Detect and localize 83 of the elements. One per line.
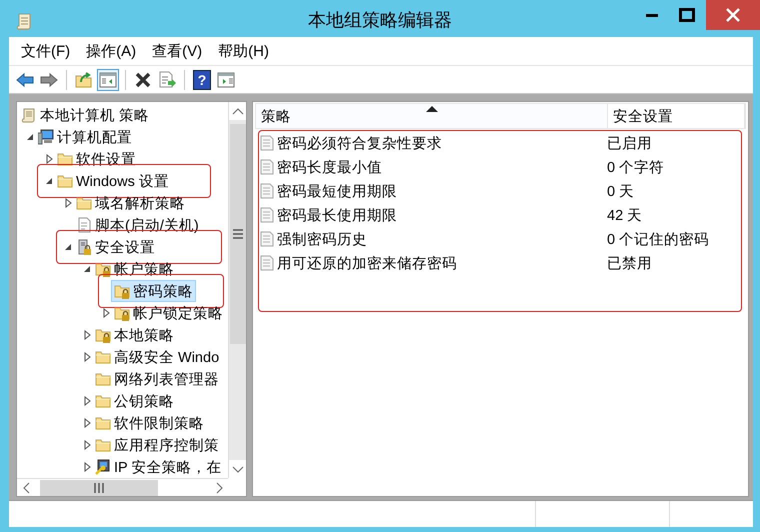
- tree-item[interactable]: 网络列表管理器: [92, 368, 222, 390]
- help-button[interactable]: ?: [191, 68, 213, 90]
- forward-arrow-icon: [40, 70, 58, 88]
- policy-name[interactable]: 密码最短使用期限: [277, 182, 397, 200]
- document-icon: [259, 135, 275, 151]
- delete-x-icon: [134, 70, 152, 88]
- scroll-down-button[interactable]: [228, 460, 246, 478]
- tree-item[interactable]: 帐户锁定策略: [111, 302, 226, 324]
- policy-setting: 0 个记住的密码: [607, 230, 710, 248]
- document-icon: [76, 217, 92, 233]
- pane-icon: [99, 70, 117, 88]
- policy-name[interactable]: 密码长度最小值: [277, 158, 382, 176]
- folder-icon: [95, 415, 111, 431]
- document-icon: [259, 159, 275, 175]
- folder-icon: [95, 371, 111, 387]
- policy-setting: 0 个字符: [607, 158, 664, 176]
- folder-icon: [95, 349, 111, 365]
- tree-item[interactable]: 软件限制策略: [92, 412, 207, 434]
- tree-item[interactable]: 密码策略: [111, 280, 196, 302]
- locked-folder-icon: [114, 305, 130, 321]
- policy-setting: 已启用: [607, 134, 652, 152]
- minimize-icon: [646, 14, 658, 16]
- column-header[interactable]: 安全设置: [608, 104, 745, 128]
- document-arrow-icon: [158, 70, 176, 88]
- close-icon: [725, 7, 741, 23]
- chevron-up-icon: [232, 108, 244, 114]
- locked-folder-icon: [114, 283, 130, 299]
- policy-name[interactable]: 密码最长使用期限: [277, 206, 397, 224]
- tree-item[interactable]: 安全设置: [73, 236, 158, 258]
- tree-item[interactable]: 计算机配置: [35, 126, 135, 148]
- folder-icon: [57, 151, 73, 167]
- tree-item[interactable]: 应用程序控制策: [92, 434, 222, 456]
- tree-toggle-button[interactable]: [97, 68, 119, 90]
- menu-item[interactable]: 查看(V): [152, 40, 210, 62]
- column-header[interactable]: 策略: [256, 104, 608, 128]
- grip-icon: [94, 482, 104, 492]
- back-arrow-icon: [16, 70, 34, 88]
- folder-icon: [76, 195, 92, 211]
- policy-setting: 0 天: [607, 182, 634, 200]
- locked-folder-icon: [95, 327, 111, 343]
- folder-arrow-icon: [75, 70, 93, 88]
- chevron-right-icon: [216, 482, 222, 494]
- menu-item[interactable]: 操作(A): [86, 40, 144, 62]
- scroll-icon: [21, 107, 37, 123]
- scroll-up-button[interactable]: [228, 102, 246, 120]
- scroll-icon: [15, 12, 33, 30]
- scrollbar-thumb[interactable]: [230, 124, 246, 344]
- vertical-scrollbar[interactable]: [228, 102, 246, 478]
- chevron-left-icon: [22, 482, 30, 494]
- document-icon: [259, 207, 275, 223]
- tree-item[interactable]: 高级安全 Windo: [92, 346, 222, 368]
- window-title: 本地组策略编辑器: [307, 9, 453, 32]
- horizontal-scrollbar[interactable]: [17, 478, 228, 496]
- close-button[interactable]: [706, 0, 760, 30]
- menu-item[interactable]: 帮助(H): [218, 40, 277, 62]
- folder-icon: [57, 173, 73, 189]
- chevron-down-icon: [232, 466, 244, 472]
- tree-item[interactable]: 公钥策略: [92, 390, 177, 412]
- tree-item[interactable]: Windows 设置: [54, 170, 172, 192]
- computer-key-icon: [95, 459, 111, 475]
- policy-name[interactable]: 强制密码历史: [277, 230, 367, 248]
- tree-item[interactable]: 域名解析策略: [73, 192, 188, 214]
- sort-arrow-icon: [426, 106, 438, 112]
- grip-icon: [232, 229, 242, 239]
- maximize-icon: [679, 8, 695, 22]
- folder-icon: [95, 437, 111, 453]
- menu-item[interactable]: 文件(F): [21, 40, 78, 62]
- document-icon: [259, 255, 275, 271]
- policy-setting: 已禁用: [607, 254, 652, 272]
- document-icon: [259, 231, 275, 247]
- scrollbar-thumb[interactable]: [40, 480, 158, 496]
- policy-name[interactable]: 用可还原的加密来储存密码: [277, 254, 457, 272]
- document-icon: [259, 183, 275, 199]
- locked-folder-icon: [95, 261, 111, 277]
- tree-item[interactable]: 本地策略: [92, 324, 177, 346]
- tree-item[interactable]: 本地计算机 策略: [18, 104, 152, 126]
- tree-item[interactable]: IP 安全策略，在: [92, 456, 224, 478]
- computer-icon: [38, 129, 54, 145]
- policy-name[interactable]: 密码必须符合复杂性要求: [277, 134, 442, 152]
- panel-icon: [217, 70, 235, 88]
- server-lock-icon: [76, 239, 92, 255]
- policy-setting: 42 天: [607, 206, 642, 224]
- folder-icon: [95, 393, 111, 409]
